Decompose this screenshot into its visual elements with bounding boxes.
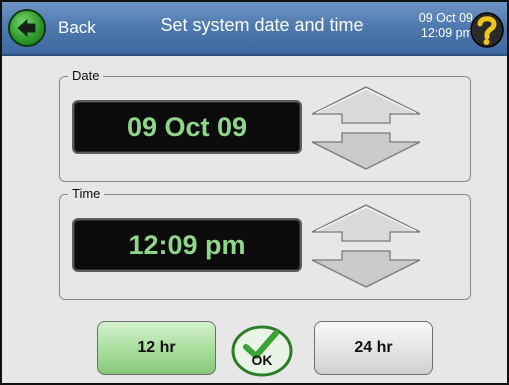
twenty-four-hour-label: 24 hr: [354, 339, 393, 356]
time-group: Time 12:09 pm: [59, 186, 471, 300]
twenty-four-hour-button[interactable]: 24 hr: [314, 321, 433, 375]
twelve-hour-label: 12 hr: [137, 339, 176, 356]
time-legend: Time: [68, 186, 105, 201]
time-display: 12:09 pm: [72, 218, 302, 272]
time-down-arrow[interactable]: [311, 250, 421, 288]
time-up-arrow[interactable]: [311, 204, 421, 242]
date-display: 09 Oct 09: [72, 100, 302, 154]
back-label: Back: [58, 18, 96, 37]
question-mark-icon: [470, 12, 504, 48]
date-legend: Date: [68, 68, 104, 83]
help-button[interactable]: [469, 11, 505, 49]
page-title: Set system date and time: [160, 15, 364, 35]
clock-readout: 09 Oct 09 12:09 pm: [419, 11, 473, 41]
ok-label: OK: [251, 352, 273, 368]
back-button[interactable]: Back: [8, 9, 118, 47]
twelve-hour-button[interactable]: 12 hr: [97, 321, 216, 375]
screen: Back Set system date and time 09 Oct 09 …: [0, 0, 509, 385]
date-group: Date 09 Oct 09: [59, 68, 471, 182]
back-arrow-icon: [8, 9, 46, 47]
time-arrows: [311, 204, 421, 288]
date-down-arrow[interactable]: [311, 132, 421, 170]
ok-button[interactable]: OK: [230, 325, 294, 377]
clock-time: 12:09 pm: [420, 26, 473, 40]
header-bar: Back Set system date and time 09 Oct 09 …: [2, 2, 507, 56]
checkmark-icon: [231, 325, 293, 377]
date-up-arrow[interactable]: [311, 86, 421, 124]
date-arrows: [311, 86, 421, 170]
clock-date: 09 Oct 09: [418, 11, 473, 25]
